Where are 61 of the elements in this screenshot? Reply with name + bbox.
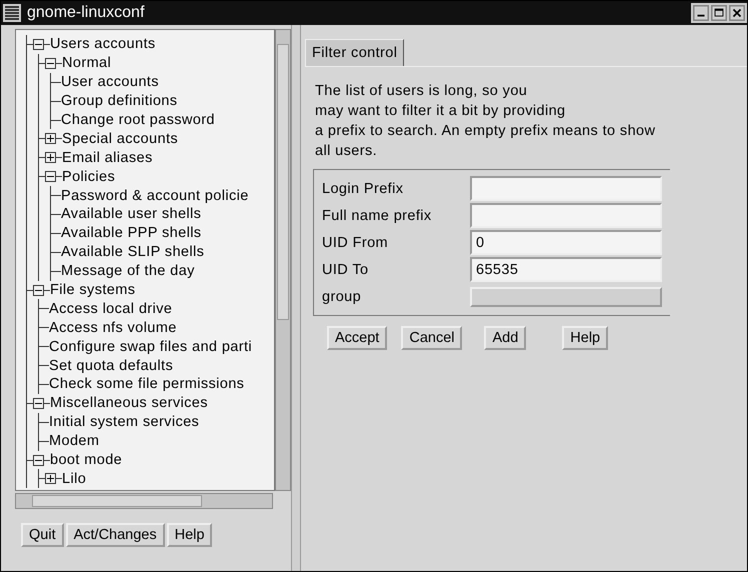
close-icon[interactable] bbox=[729, 5, 745, 21]
action-button[interactable]: Quit bbox=[21, 523, 64, 547]
tree-item[interactable]: Special accounts bbox=[62, 130, 178, 147]
form-button[interactable]: Accept bbox=[327, 326, 388, 350]
field-label: group bbox=[322, 288, 362, 306]
collapse-icon[interactable] bbox=[33, 454, 44, 466]
expand-icon[interactable] bbox=[45, 473, 56, 484]
horizontal-scrollbar[interactable] bbox=[15, 493, 273, 509]
expand-icon[interactable] bbox=[45, 152, 56, 164]
collapse-icon[interactable] bbox=[33, 38, 44, 50]
tree-item[interactable]: Users accounts bbox=[50, 36, 156, 52]
tree-item[interactable]: Configure swap files and parti bbox=[49, 338, 252, 355]
tree-item[interactable]: Message of the day bbox=[61, 263, 195, 280]
tree-item[interactable]: Miscellaneous services bbox=[50, 395, 208, 412]
tree-item[interactable]: Available PPP shells bbox=[61, 225, 202, 242]
description-text: a prefix to search. An empty prefix means to show bbox=[315, 122, 656, 141]
vertical-scrollbar[interactable] bbox=[275, 29, 291, 491]
field-label: UID From bbox=[322, 234, 390, 252]
field-label: Full name prefix bbox=[322, 206, 433, 226]
field-label: UID To bbox=[322, 260, 370, 280]
input-field[interactable]: 0 bbox=[470, 230, 662, 255]
minimize-icon[interactable] bbox=[693, 5, 709, 21]
form-button[interactable]: Cancel bbox=[401, 326, 462, 350]
tree-item[interactable]: Check some file permissions bbox=[49, 376, 244, 392]
collapse-icon[interactable] bbox=[45, 58, 56, 69]
action-button[interactable]: Help bbox=[166, 523, 212, 547]
description-text: The list of users is long, so you bbox=[315, 82, 528, 101]
collapse-icon[interactable] bbox=[33, 284, 44, 296]
form-button[interactable]: Add bbox=[484, 326, 526, 350]
description-text: may want to filter it a bit by providing bbox=[315, 102, 567, 121]
tree-item[interactable]: Modem bbox=[49, 433, 100, 450]
action-button[interactable]: Act/Changes bbox=[66, 523, 165, 547]
tree-item[interactable]: Normal bbox=[62, 55, 112, 72]
tree-item[interactable]: User accounts bbox=[61, 74, 159, 90]
description-text: all users. bbox=[315, 142, 378, 161]
collapse-icon[interactable] bbox=[45, 171, 56, 182]
tree-item[interactable]: File systems bbox=[50, 282, 136, 298]
input-field[interactable] bbox=[470, 176, 662, 201]
tree-item[interactable]: Email aliases bbox=[62, 150, 153, 166]
input-field[interactable]: 65535 bbox=[470, 257, 662, 282]
maximize-icon[interactable] bbox=[711, 5, 727, 21]
tab[interactable]: Filter control bbox=[305, 39, 404, 66]
field-label: Login Prefix bbox=[322, 180, 404, 198]
expand-icon[interactable] bbox=[45, 133, 56, 144]
tree-item[interactable]: Available user shells bbox=[61, 206, 202, 222]
window-title: gnome-linuxconf bbox=[27, 4, 146, 22]
tree-item[interactable]: Password & account policie bbox=[61, 188, 249, 204]
tree-item[interactable]: Change root password bbox=[61, 112, 215, 128]
tree-item[interactable]: Access nfs volume bbox=[49, 320, 177, 336]
tree-item[interactable]: boot mode bbox=[50, 452, 122, 468]
tree-item[interactable]: Group definitions bbox=[61, 93, 178, 110]
collapse-icon[interactable] bbox=[33, 398, 44, 409]
menu-icon[interactable] bbox=[3, 4, 21, 22]
form-button[interactable]: Help bbox=[562, 326, 608, 350]
tree-item[interactable]: Policies bbox=[62, 168, 116, 185]
tree-item[interactable]: Lilo bbox=[62, 470, 86, 487]
tree-item[interactable]: Available SLIP shells bbox=[61, 244, 204, 260]
input-field[interactable] bbox=[470, 203, 662, 228]
tree-item[interactable]: Set quota defaults bbox=[49, 358, 174, 374]
tree-item[interactable]: Access local drive bbox=[49, 300, 172, 317]
tree-item[interactable]: Initial system services bbox=[49, 414, 200, 430]
